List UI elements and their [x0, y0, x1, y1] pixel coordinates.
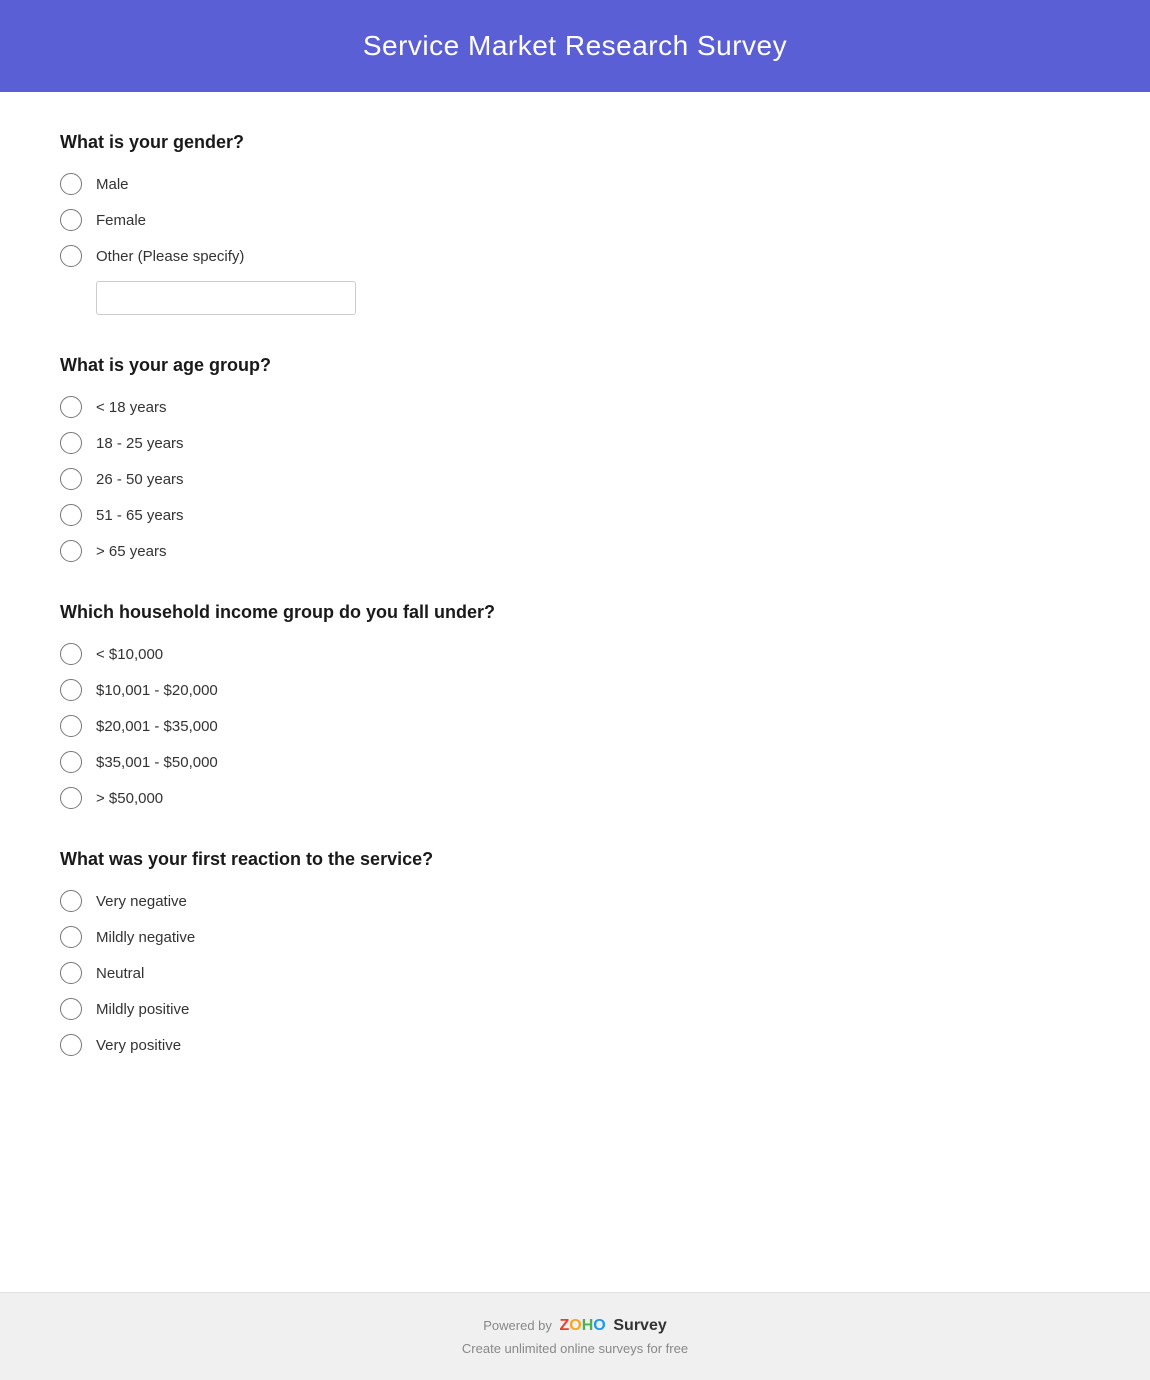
survey-word: Survey [613, 1317, 666, 1334]
label-other: Other (Please specify) [96, 248, 244, 265]
option-mildly-negative[interactable]: Mildly negative [60, 926, 1090, 948]
question-reaction: What was your first reaction to the serv… [60, 849, 1090, 1056]
label-over50k: > $50,000 [96, 790, 163, 807]
question-reaction-title: What was your first reaction to the serv… [60, 849, 1090, 870]
survey-body: What is your gender? Male Female Other (… [0, 92, 1150, 1292]
label-under10k: < $10,000 [96, 646, 163, 663]
label-under18: < 18 years [96, 399, 166, 416]
option-26-50[interactable]: 26 - 50 years [60, 468, 1090, 490]
label-very-negative: Very negative [96, 893, 187, 910]
label-51-65: 51 - 65 years [96, 507, 184, 524]
radio-35k-50k[interactable] [60, 751, 82, 773]
radio-over50k[interactable] [60, 787, 82, 809]
radio-20k-35k[interactable] [60, 715, 82, 737]
zoho-o1: O [569, 1317, 581, 1335]
option-very-negative[interactable]: Very negative [60, 890, 1090, 912]
question-age-title: What is your age group? [60, 355, 1090, 376]
label-over65: > 65 years [96, 543, 166, 560]
question-age: What is your age group? < 18 years 18 - … [60, 355, 1090, 562]
other-specify-input[interactable] [96, 281, 356, 315]
other-specify-container [96, 281, 1090, 315]
radio-neutral[interactable] [60, 962, 82, 984]
radio-under10k[interactable] [60, 643, 82, 665]
label-very-positive: Very positive [96, 1037, 181, 1054]
radio-other[interactable] [60, 245, 82, 267]
radio-male[interactable] [60, 173, 82, 195]
zoho-h: H [582, 1317, 594, 1335]
option-18-25[interactable]: 18 - 25 years [60, 432, 1090, 454]
option-35k-50k[interactable]: $35,001 - $50,000 [60, 751, 1090, 773]
page-footer: Powered by ZOHO Survey Create unlimited … [0, 1292, 1150, 1380]
radio-very-positive[interactable] [60, 1034, 82, 1056]
option-over50k[interactable]: > $50,000 [60, 787, 1090, 809]
label-18-25: 18 - 25 years [96, 435, 184, 452]
label-female: Female [96, 212, 146, 229]
option-51-65[interactable]: 51 - 65 years [60, 504, 1090, 526]
footer-tagline: Create unlimited online surveys for free [20, 1341, 1130, 1356]
page-header: Service Market Research Survey [0, 0, 1150, 92]
option-over65[interactable]: > 65 years [60, 540, 1090, 562]
label-26-50: 26 - 50 years [96, 471, 184, 488]
label-mildly-negative: Mildly negative [96, 929, 195, 946]
radio-mildly-negative[interactable] [60, 926, 82, 948]
radio-over65[interactable] [60, 540, 82, 562]
label-mildly-positive: Mildly positive [96, 1001, 189, 1018]
option-under10k[interactable]: < $10,000 [60, 643, 1090, 665]
radio-51-65[interactable] [60, 504, 82, 526]
question-income: Which household income group do you fall… [60, 602, 1090, 809]
option-mildly-positive[interactable]: Mildly positive [60, 998, 1090, 1020]
question-income-title: Which household income group do you fall… [60, 602, 1090, 623]
label-10k-20k: $10,001 - $20,000 [96, 682, 218, 699]
zoho-z: Z [560, 1317, 570, 1335]
label-male: Male [96, 176, 129, 193]
powered-by-text: Powered by [483, 1318, 555, 1333]
radio-18-25[interactable] [60, 432, 82, 454]
zoho-o2: O [593, 1317, 605, 1335]
option-other[interactable]: Other (Please specify) [60, 245, 1090, 267]
option-neutral[interactable]: Neutral [60, 962, 1090, 984]
footer-powered-by: Powered by ZOHO Survey [20, 1317, 1130, 1335]
label-20k-35k: $20,001 - $35,000 [96, 718, 218, 735]
label-neutral: Neutral [96, 965, 144, 982]
radio-26-50[interactable] [60, 468, 82, 490]
label-35k-50k: $35,001 - $50,000 [96, 754, 218, 771]
radio-under18[interactable] [60, 396, 82, 418]
radio-mildly-positive[interactable] [60, 998, 82, 1020]
option-very-positive[interactable]: Very positive [60, 1034, 1090, 1056]
option-10k-20k[interactable]: $10,001 - $20,000 [60, 679, 1090, 701]
question-gender-title: What is your gender? [60, 132, 1090, 153]
radio-10k-20k[interactable] [60, 679, 82, 701]
option-20k-35k[interactable]: $20,001 - $35,000 [60, 715, 1090, 737]
option-under18[interactable]: < 18 years [60, 396, 1090, 418]
page-title: Service Market Research Survey [20, 30, 1130, 62]
radio-female[interactable] [60, 209, 82, 231]
option-male[interactable]: Male [60, 173, 1090, 195]
radio-very-negative[interactable] [60, 890, 82, 912]
question-gender: What is your gender? Male Female Other (… [60, 132, 1090, 315]
zoho-logo: ZOHO [560, 1317, 606, 1335]
option-female[interactable]: Female [60, 209, 1090, 231]
